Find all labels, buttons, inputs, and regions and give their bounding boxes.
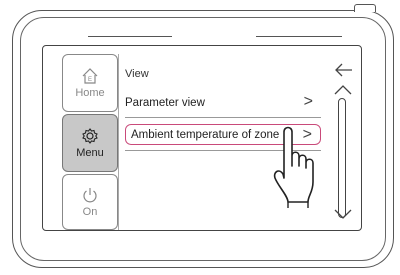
device-top-button: [354, 4, 376, 12]
settings-gear-icon: [82, 128, 98, 144]
power-icon: [83, 188, 97, 203]
top-divider-right: [256, 36, 342, 37]
list-item-label: Ambient temperature of zone: [131, 128, 280, 141]
list-item-parameter-view[interactable]: Parameter view >: [125, 92, 321, 114]
svg-text:E: E: [88, 77, 92, 83]
page-title: View: [125, 68, 149, 80]
sidebar-divider: [118, 54, 119, 230]
sidebar-item-menu[interactable]: Menu: [62, 114, 118, 172]
sidebar-item-label: On: [82, 206, 98, 218]
scrollbar-track[interactable]: [338, 98, 346, 218]
sidebar-item-home[interactable]: E Home: [62, 54, 118, 112]
back-arrow-icon[interactable]: [334, 62, 354, 78]
top-divider-left: [88, 36, 172, 37]
tap-hand-icon: [273, 126, 314, 208]
home-icon: E: [82, 68, 98, 84]
scroll-down-icon[interactable]: [333, 208, 353, 220]
sidebar-item-label: Menu: [76, 147, 104, 159]
list-item-label: Parameter view: [125, 97, 205, 109]
sidebar-item-label: Home: [75, 87, 105, 99]
scroll-up-icon[interactable]: [333, 84, 353, 96]
row-separator: [125, 117, 321, 118]
chevron-right-icon: >: [303, 93, 313, 110]
sidebar-item-on[interactable]: On: [62, 174, 118, 230]
